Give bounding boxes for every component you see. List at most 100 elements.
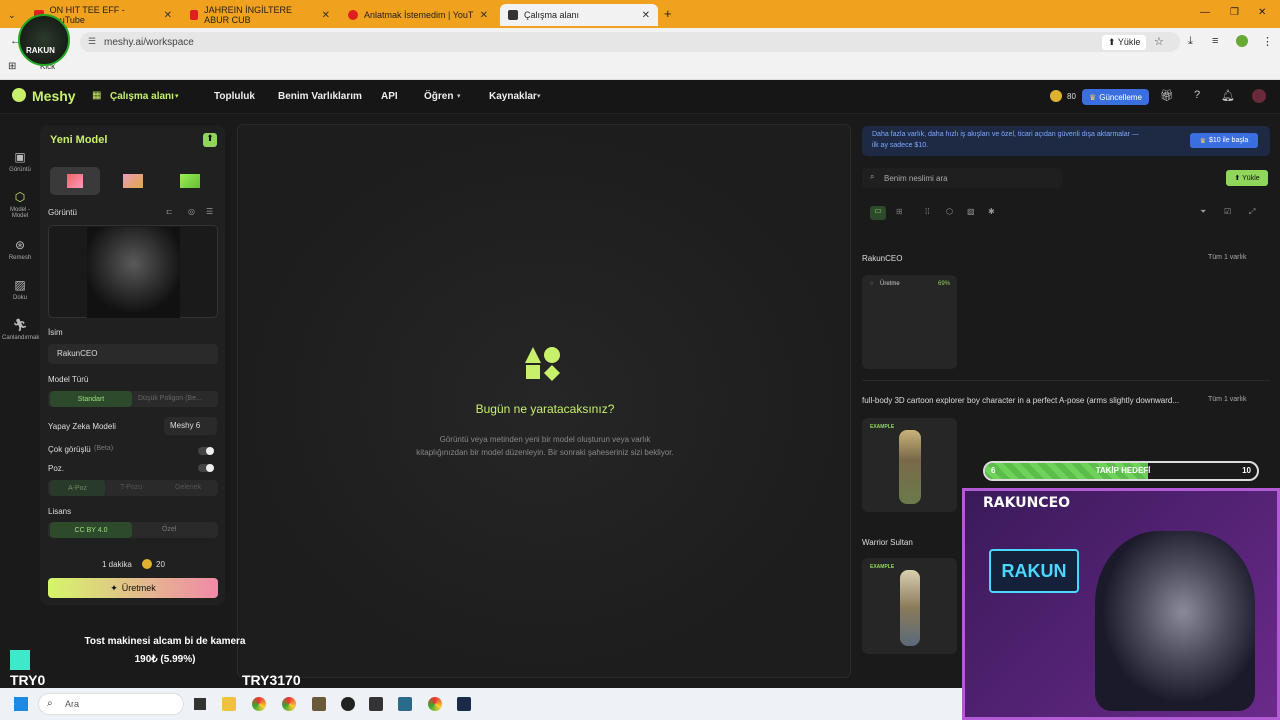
name-input[interactable]: RakunCEO	[48, 344, 218, 364]
image-dropzone[interactable]	[48, 225, 218, 318]
text-mode-icon[interactable]	[180, 174, 200, 188]
license-cc[interactable]: CC BY 4.0	[50, 522, 132, 538]
cube-filter-icon[interactable]: ⬡	[946, 207, 953, 216]
bookmark-star-icon[interactable]: ☆	[1154, 35, 1164, 48]
media-icon[interactable]: ≡	[1212, 35, 1218, 47]
close-icon[interactable]: ✕	[480, 10, 488, 21]
beta-label: (Beta)	[94, 445, 114, 452]
select-icon[interactable]: ☑	[1224, 207, 1231, 216]
generate-button[interactable]: ✦ Üretmek	[48, 578, 218, 598]
chrome-icon[interactable]	[282, 697, 296, 711]
nav-resources[interactable]: Kaynaklar	[489, 91, 537, 102]
nav-community[interactable]: Topluluk	[214, 91, 255, 102]
license-private[interactable]: Özel	[162, 526, 176, 533]
model-type-lowpoly[interactable]: Düşük Poligon (Be...	[138, 395, 202, 402]
close-icon[interactable]: ✕	[642, 10, 650, 21]
windows-start-icon[interactable]	[14, 697, 28, 711]
dots-grid-icon[interactable]: ⁞⁞	[925, 207, 929, 216]
raccoon-image	[87, 227, 180, 318]
pose-toggle[interactable]	[198, 464, 214, 472]
nav-learn[interactable]: Öğren	[424, 91, 453, 102]
ai-model-label: Yapay Zeka Modeli	[48, 422, 116, 431]
maximize-button[interactable]: ❐	[1230, 7, 1239, 18]
chevron-down-icon: ▾	[457, 93, 461, 100]
sidebar-item-label: Görüntü	[9, 167, 31, 173]
tab-list-button[interactable]: ⌄	[0, 4, 22, 26]
app-icon[interactable]	[398, 697, 412, 711]
tab-4-active[interactable]: Çalışma alanı ✕	[500, 4, 658, 26]
follow-goal-bar: 6 TAKİP HEDEFİ 10	[983, 461, 1259, 481]
running-icon: 🏃︎	[12, 318, 28, 332]
texture-filter-icon[interactable]: ▨	[967, 207, 975, 216]
close-icon[interactable]: ✕	[164, 10, 172, 21]
task-view-icon[interactable]	[194, 698, 206, 710]
meshy-logo-icon	[12, 88, 26, 102]
omnibox[interactable]: ☰ meshy.ai/workspace ⬆ Yükle ☆	[80, 32, 1180, 52]
upload-chrome-button[interactable]: ⬆ Yükle	[1102, 35, 1147, 50]
expand-icon[interactable]: ⤢	[1249, 207, 1255, 217]
multi-view-toggle[interactable]	[198, 447, 214, 455]
profile-avatar[interactable]	[1236, 35, 1248, 47]
help-icon[interactable]: ?	[1194, 89, 1200, 101]
chrome-icon[interactable]	[252, 697, 266, 711]
upload-button[interactable]: ⬆ Yükle	[1226, 170, 1268, 186]
obs-icon[interactable]	[341, 697, 355, 711]
multi-image-mode-icon[interactable]	[123, 174, 143, 188]
sidebar-item-remesh[interactable]: ⊛ Remesh	[2, 238, 38, 261]
nav-my-assets[interactable]: Benim Varlıklarım	[278, 91, 362, 102]
all-assets-link-1[interactable]: Tüm 1 varlık	[1208, 254, 1247, 261]
close-icon[interactable]: ✕	[322, 10, 330, 21]
ai-model-select[interactable]: Meshy 6	[164, 417, 217, 435]
meshy-logo[interactable]: Meshy	[32, 88, 76, 104]
sidebar-item-label: Canlandırmak	[2, 335, 40, 341]
file-explorer-icon[interactable]	[222, 697, 236, 711]
square-shape-icon	[526, 365, 540, 379]
tab-3[interactable]: Anlatmak İstemedim | YouT ✕	[340, 4, 496, 26]
app-icon[interactable]	[312, 697, 326, 711]
pose-a[interactable]: A-Poz	[50, 480, 105, 496]
filter-icon[interactable]: ⏷	[1200, 207, 1206, 217]
pose-t[interactable]: T-Pozu	[120, 484, 142, 491]
align-icon[interactable]: ⊏	[166, 207, 173, 216]
nav-api[interactable]: API	[381, 91, 398, 102]
upload-icon[interactable]: ⬆	[203, 133, 217, 147]
example-card-explorer[interactable]: EXAMPLE	[862, 418, 957, 512]
terminal-icon[interactable]	[369, 697, 383, 711]
model-type-standard[interactable]: Standart	[50, 391, 132, 407]
bulb-icon[interactable]: ◎	[188, 207, 195, 216]
nav-workspace[interactable]: Çalışma alanı	[110, 91, 174, 102]
sidebar-item-texture[interactable]: ▨ Doku	[2, 278, 38, 301]
gift-icon[interactable]: 🎁︎	[1160, 89, 1174, 102]
list-icon[interactable]: ☰	[206, 207, 213, 216]
promo-text-2: ilk ay sadece $10.	[872, 142, 929, 149]
asset-search-input[interactable]: ⌕ Benim neslimi ara	[862, 168, 1062, 188]
app-icon[interactable]	[457, 697, 471, 711]
generating-card[interactable]: ◌ Üretme 69%	[862, 275, 957, 369]
mode-image-to-3d[interactable]	[50, 167, 100, 195]
sidebar-item-image[interactable]: ▣ Görüntü	[2, 150, 38, 173]
tab-2[interactable]: JAHREIN İNGİLTERE ABUR CUB ✕	[182, 4, 338, 26]
download-icon[interactable]: ⤓	[1188, 35, 1193, 48]
apps-icon[interactable]: ⊞	[8, 61, 16, 72]
sidebar-item-animate[interactable]: 🏃︎ Canlandırmak	[2, 318, 40, 341]
sidebar-item-model[interactable]: ⬡ Model - Model	[2, 190, 38, 219]
site-info-icon[interactable]: ☰	[88, 36, 96, 47]
pose-custom[interactable]: Gelenek	[175, 484, 201, 491]
example-card-sultan[interactable]: EXAMPLE	[862, 558, 957, 654]
upgrade-button[interactable]: ♛ Güncelleme	[1082, 89, 1149, 105]
menu-icon[interactable]: ⋮	[1262, 35, 1273, 48]
all-assets-link-2[interactable]: Tüm 1 varlık	[1208, 396, 1247, 403]
bell-icon[interactable]: 🔔︎	[1221, 89, 1235, 102]
minimize-button[interactable]: —	[1200, 7, 1210, 18]
chrome-icon[interactable]	[428, 697, 442, 711]
folder-icon[interactable]: ▭	[870, 206, 886, 220]
taskbar-search-placeholder: Ara	[65, 699, 80, 709]
animate-filter-icon[interactable]: ✱	[988, 207, 995, 216]
new-tab-button[interactable]: +	[664, 6, 672, 21]
user-avatar[interactable]	[1252, 89, 1266, 103]
search-placeholder: Benim neslimi ara	[884, 174, 948, 183]
promo-start-button[interactable]: ♛ $10 ile başla	[1190, 133, 1258, 148]
taskbar-search[interactable]: ⌕ Ara	[38, 693, 184, 715]
window-close-button[interactable]: ✕	[1258, 7, 1266, 18]
grid-view-icon[interactable]: ⊞	[896, 207, 903, 216]
